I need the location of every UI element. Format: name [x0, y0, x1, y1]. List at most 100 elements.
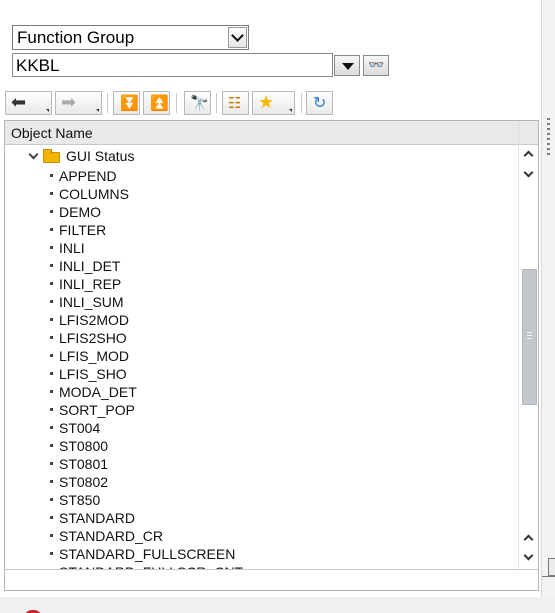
scroll-down-icon[interactable] [523, 167, 534, 178]
tree-item[interactable]: INLI_SUM [5, 293, 518, 311]
bullet-icon [50, 480, 53, 483]
thumb-grip [527, 332, 532, 340]
tree-item-label: ST004 [59, 420, 101, 436]
tree-item[interactable]: STANDARD_CR [5, 527, 518, 545]
collapse-all-button[interactable]: ⏫ [143, 91, 170, 115]
hierarchy-button[interactable]: ☷ [222, 91, 249, 115]
tree-item[interactable]: ST004 [5, 419, 518, 437]
scroll-down-icon[interactable] [523, 550, 534, 561]
tree-item[interactable]: LFIS2MOD [5, 311, 518, 329]
tree-item-label: LFIS_MOD [59, 348, 130, 364]
scroll-up-icon[interactable] [523, 534, 534, 545]
tree-item[interactable]: DEMO [5, 203, 518, 221]
forward-menu-indicator [96, 109, 99, 112]
tree-folder-label: GUI Status [66, 148, 135, 164]
glasses-icon: 👓 [368, 58, 385, 73]
binoculars-icon: 🔭 [190, 94, 209, 112]
tree-item[interactable]: INLI_REP [5, 275, 518, 293]
object-type-select[interactable]: Function Group [12, 25, 249, 50]
tree-item[interactable]: STANDARD_FULLSCREEN [5, 545, 518, 563]
tree-item-label: MODA_DET [59, 384, 137, 400]
bullet-icon [50, 264, 53, 267]
refresh-icon: ↻ [313, 93, 327, 112]
bullet-icon [50, 354, 53, 357]
toolbar-separator [301, 93, 302, 113]
find-button[interactable]: 🔭 [184, 91, 211, 115]
object-name-history-button[interactable] [334, 55, 360, 76]
object-type-value: Function Group [17, 28, 135, 47]
triangle-down-icon [342, 63, 354, 70]
window-edge [541, 0, 555, 613]
refresh-button[interactable]: ↻ [306, 91, 333, 115]
bullet-icon [50, 408, 53, 411]
bullet-icon [50, 282, 53, 285]
bullet-icon [50, 552, 53, 555]
tree-item-label: ST850 [59, 492, 101, 508]
bullet-icon [50, 192, 53, 195]
bullet-icon [50, 174, 53, 177]
tree-item[interactable]: INLI_DET [5, 257, 518, 275]
tree-item[interactable]: LFIS_MOD [5, 347, 518, 365]
tree-item-label: STANDARD_CR [59, 528, 163, 544]
tree-item[interactable]: ST0802 [5, 473, 518, 491]
object-name-input[interactable]: KKBL [12, 53, 333, 77]
tree-item[interactable]: SORT_POP [5, 401, 518, 419]
tree-item-label: INLI_DET [59, 258, 121, 274]
scrollbar-thumb[interactable] [522, 269, 537, 405]
object-tree: GUI Status APPEND COLUMNS DEMO FILTER INLI IN… [5, 145, 518, 569]
bullet-icon [50, 516, 53, 519]
expand-all-button[interactable]: ⏬ [113, 91, 140, 115]
tree-item[interactable]: FILTER [5, 221, 518, 239]
tree-item[interactable]: ST0800 [5, 437, 518, 455]
tree-item[interactable]: ST0801 [5, 455, 518, 473]
toolbar-separator [176, 93, 177, 113]
back-button[interactable]: ⬅ [5, 91, 52, 115]
splitter-grip[interactable] [547, 118, 550, 158]
tree-item[interactable]: MODA_DET [5, 383, 518, 401]
hierarchy-icon: ☷ [228, 94, 242, 112]
tree-item-label: FILTER [59, 222, 107, 238]
object-name-value: KKBL [16, 56, 60, 75]
expand-chevron-icon[interactable] [28, 149, 39, 160]
tree-item-label: INLI_REP [59, 276, 122, 292]
tree-item-label: ST0802 [59, 474, 109, 490]
object-type-dropdown-button[interactable] [228, 27, 247, 48]
vertical-scrollbar[interactable] [518, 145, 538, 569]
status-bar [0, 597, 555, 613]
tree-item-label: SORT_POP [59, 402, 135, 418]
favorites-button[interactable]: ★ [252, 91, 295, 115]
bullet-icon [50, 534, 53, 537]
horizontal-scrollbar[interactable] [5, 569, 538, 590]
forward-arrow-icon: ➡ [61, 92, 77, 113]
tree-item[interactable]: ST850 [5, 491, 518, 509]
bullet-icon [50, 228, 53, 231]
tree-item[interactable]: STANDARD [5, 509, 518, 527]
bullet-icon [50, 300, 53, 303]
bullet-icon [50, 372, 53, 375]
display-object-button[interactable]: 👓 [363, 55, 389, 76]
bullet-icon [50, 318, 53, 321]
column-header[interactable]: Object Name [5, 121, 518, 145]
tree-item[interactable]: APPEND [5, 167, 518, 185]
tree-item-label: ST0800 [59, 438, 109, 454]
tree-item-label: APPEND [59, 168, 117, 184]
edge-line [542, 576, 555, 577]
favorites-star-icon: ★ [258, 92, 275, 113]
tree-item[interactable]: LFIS_SHO [5, 365, 518, 383]
bullet-icon [50, 426, 53, 429]
tree-item-label: INLI_SUM [59, 294, 124, 310]
forward-button[interactable]: ➡ [55, 91, 102, 115]
tree-item[interactable]: INLI [5, 239, 518, 257]
tree-item[interactable]: LFIS2SHO [5, 329, 518, 347]
tree-item-label: LFIS2MOD [59, 312, 130, 328]
scroll-up-icon[interactable] [523, 150, 534, 161]
tree-folder-row[interactable]: GUI Status [5, 146, 518, 166]
tree-item-label: LFIS_SHO [59, 366, 127, 382]
column-header-label: Object Name [11, 125, 93, 141]
header-corner [518, 121, 538, 145]
bullet-icon [50, 336, 53, 339]
tree-item-label: INLI [59, 240, 85, 256]
resize-corner[interactable] [548, 558, 555, 576]
tree-item[interactable]: COLUMNS [5, 185, 518, 203]
bullet-icon [50, 498, 53, 501]
